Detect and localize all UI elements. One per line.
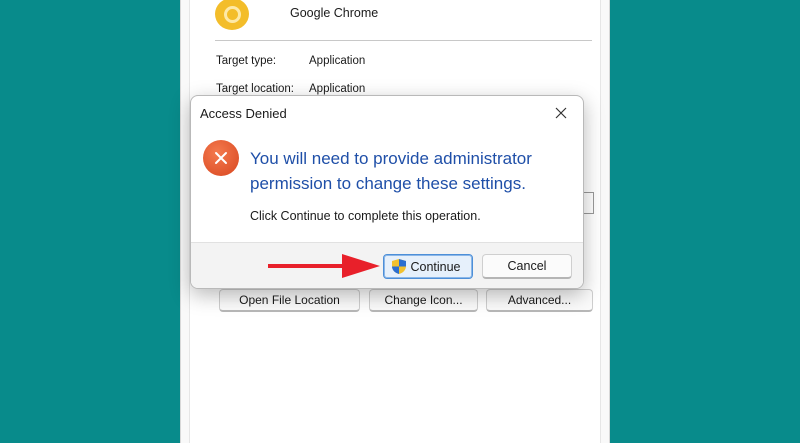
continue-label: Continue bbox=[410, 259, 461, 274]
app-name: Google Chrome bbox=[290, 6, 379, 20]
open-file-location-button[interactable]: Open File Location bbox=[219, 289, 360, 312]
separator bbox=[215, 40, 592, 41]
red-arrow-icon bbox=[268, 254, 380, 278]
property-value: Application bbox=[309, 55, 366, 67]
dialog-heading: You will need to provide administrator p… bbox=[250, 149, 532, 193]
advanced-button[interactable]: Advanced... bbox=[486, 289, 593, 312]
change-icon-button[interactable]: Change Icon... bbox=[369, 289, 478, 312]
dialog-footer: Continue Cancel bbox=[191, 242, 583, 288]
dialog-title: Access Denied bbox=[200, 106, 287, 121]
uac-shield-icon bbox=[392, 259, 407, 274]
continue-button[interactable]: Continue bbox=[383, 254, 473, 279]
property-label: Target type: bbox=[216, 55, 277, 67]
access-denied-dialog: Access Denied You will need to provide a… bbox=[190, 95, 584, 289]
cancel-button[interactable]: Cancel bbox=[482, 254, 572, 279]
property-label: Target location: bbox=[216, 83, 294, 95]
chrome-icon bbox=[215, 0, 249, 30]
property-value: Application bbox=[309, 83, 366, 95]
dialog-message: Click Continue to complete this operatio… bbox=[250, 209, 481, 223]
close-button[interactable] bbox=[547, 101, 575, 125]
close-icon bbox=[555, 107, 567, 119]
partially-hidden-field bbox=[584, 192, 594, 214]
error-icon bbox=[203, 140, 239, 176]
